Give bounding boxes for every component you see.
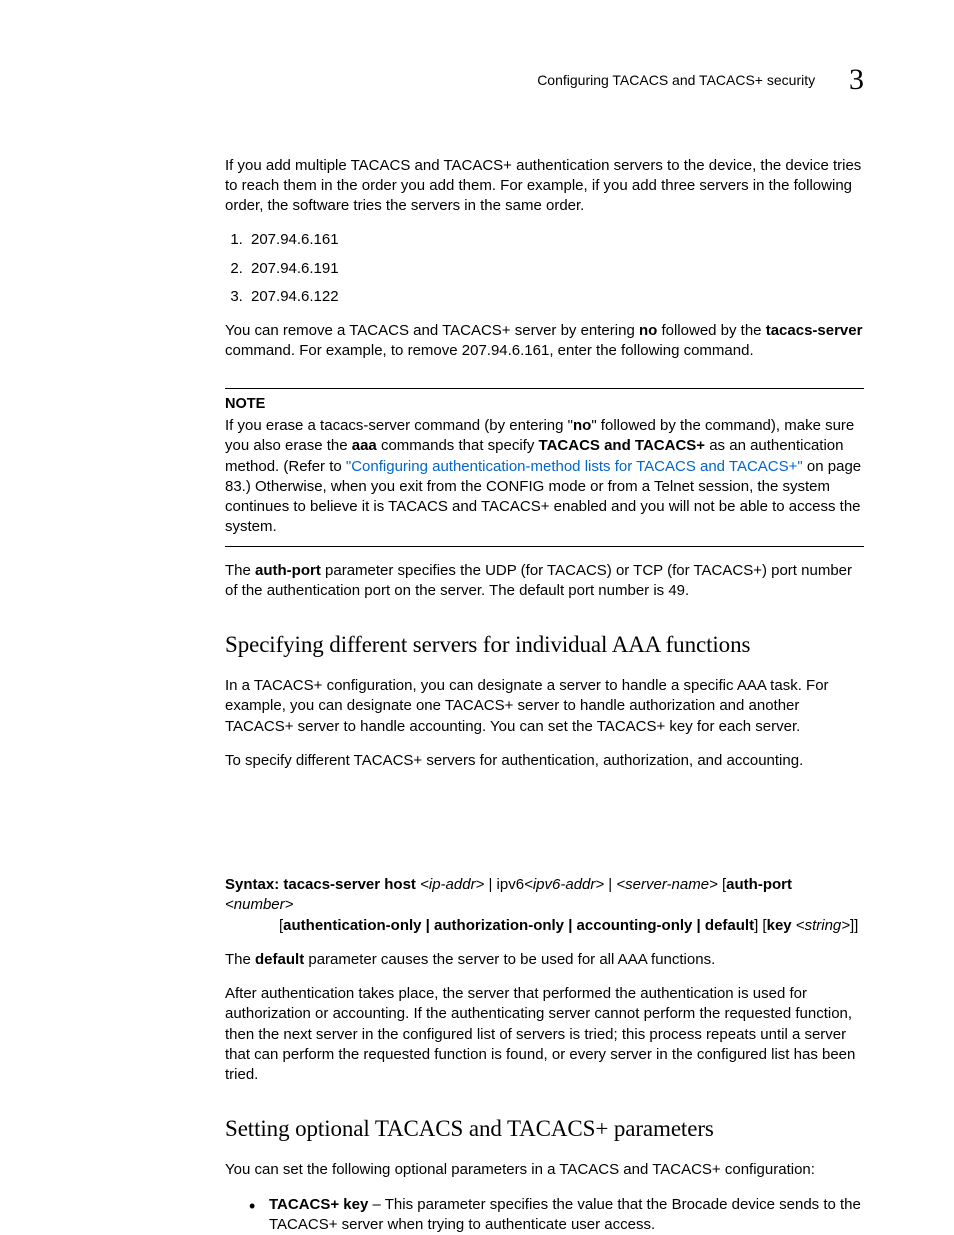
subheading-optional-params: Setting optional TACACS and TACACS+ para… <box>225 1113 864 1144</box>
body-paragraph: In a TACACS+ configuration, you can desi… <box>225 676 864 737</box>
header-section-title: Configuring TACACS and TACACS+ security <box>537 71 815 90</box>
list-item: 207.94.6.122 <box>247 287 864 307</box>
subheading-aaa-functions: Specifying different servers for individ… <box>225 629 864 660</box>
spacer <box>225 785 864 875</box>
default-param-paragraph: The default parameter causes the server … <box>225 950 864 970</box>
page-header: Configuring TACACS and TACACS+ security … <box>225 60 864 101</box>
note-callout: NOTE If you erase a tacacs-server comman… <box>225 388 864 547</box>
list-item: 207.94.6.161 <box>247 230 864 250</box>
note-title: NOTE <box>225 395 864 415</box>
cross-reference-link[interactable]: "Configuring authentication-method lists… <box>346 458 803 475</box>
server-ip-list: 207.94.6.161 207.94.6.191 207.94.6.122 <box>225 230 864 307</box>
syntax-line-1: Syntax: tacacs-server host <ip-addr> | i… <box>225 875 864 916</box>
syntax-line-2: [authentication-only | authorization-onl… <box>225 916 864 936</box>
list-item: 207.94.6.191 <box>247 259 864 279</box>
intro-paragraph: If you add multiple TACACS and TACACS+ a… <box>225 156 864 217</box>
list-item: TACACS+ key – This parameter specifies t… <box>251 1195 864 1235</box>
body-paragraph: After authentication takes place, the se… <box>225 984 864 1085</box>
body-paragraph: You can set the following optional param… <box>225 1160 864 1180</box>
page: Configuring TACACS and TACACS+ security … <box>0 0 954 1235</box>
auth-port-paragraph: The auth-port parameter specifies the UD… <box>225 561 864 602</box>
remove-server-paragraph: You can remove a TACACS and TACACS+ serv… <box>225 321 864 362</box>
chapter-number: 3 <box>849 60 864 101</box>
note-body: If you erase a tacacs-server command (by… <box>225 416 864 538</box>
bullet-list: TACACS+ key – This parameter specifies t… <box>225 1195 864 1235</box>
syntax-block: Syntax: tacacs-server host <ip-addr> | i… <box>225 875 864 936</box>
body-paragraph: To specify different TACACS+ servers for… <box>225 751 864 771</box>
